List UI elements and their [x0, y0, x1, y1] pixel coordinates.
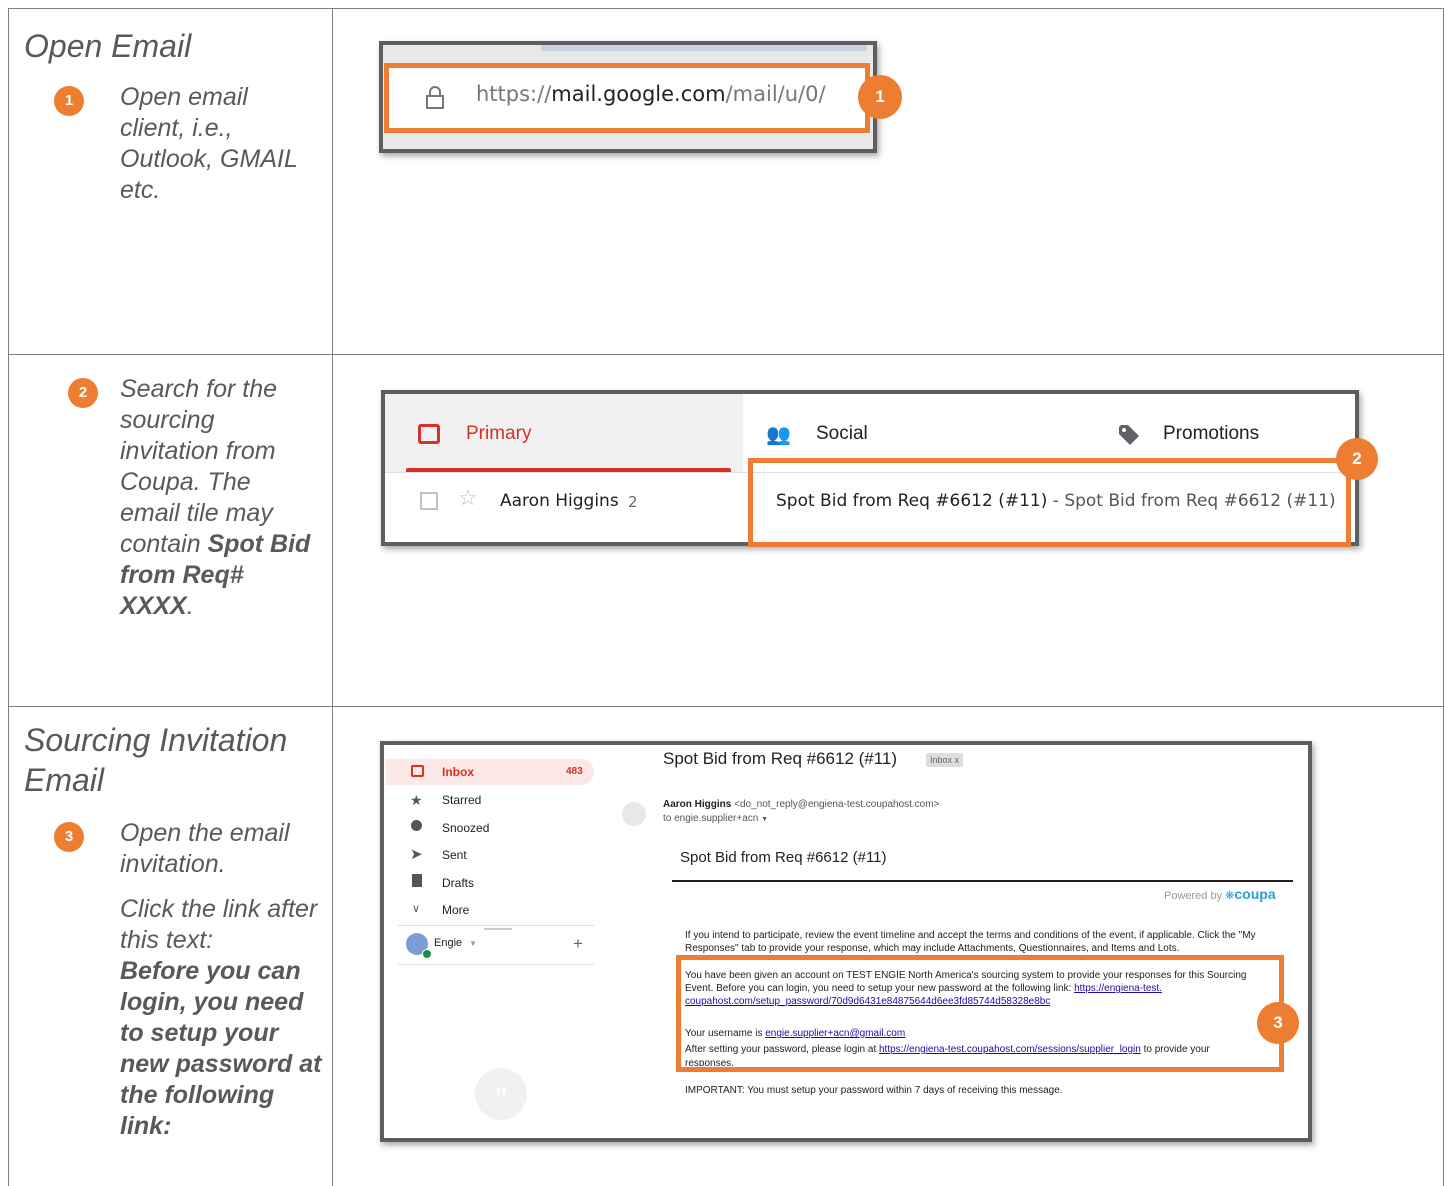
from-name: Aaron Higgins [663, 799, 732, 810]
file-icon [412, 874, 422, 887]
people-icon: 👥 [766, 424, 791, 446]
add-icon[interactable]: + [573, 934, 583, 954]
step-3-text-2: Click the link after this text: [120, 895, 318, 954]
tab-social-label[interactable]: Social [816, 423, 868, 445]
table-column-divider [332, 8, 333, 1186]
tab-promotions-label[interactable]: Promotions [1163, 423, 1259, 445]
email-title-rule [672, 880, 1293, 882]
sidebar-inbox-label: Inbox [442, 765, 474, 779]
label-chip-inbox[interactable]: Inbox x [926, 753, 964, 767]
callout-badge-1: 1 [858, 75, 902, 119]
important-note: IMPORTANT: You must setup your password … [685, 1085, 1063, 1096]
table-row-divider-1 [8, 354, 1444, 355]
browser-tab-strip [541, 45, 867, 51]
thread-count: 2 [628, 493, 638, 511]
inbox-icon [418, 424, 440, 444]
email-paragraph-1: If you intend to participate, review the… [685, 930, 1256, 954]
sender-name: Aaron Higgins [500, 491, 619, 511]
sidebar-item-starred[interactable]: Starred [442, 793, 481, 807]
message-subject: Spot Bid from Req #6612 (#11) [663, 749, 898, 768]
step-badge-1: 1 [54, 86, 84, 116]
label-chip-close-icon: x [954, 755, 960, 765]
table-row-divider-2 [8, 706, 1444, 707]
table-border-right [1443, 8, 1444, 1186]
chevron-down-icon: ∨ [412, 903, 421, 915]
clock-icon [411, 820, 422, 831]
callout-badge-2: 2 [1336, 438, 1378, 480]
sidebar-item-sent[interactable]: Sent [442, 848, 467, 862]
inbox-icon [411, 765, 424, 777]
chevron-down-icon: ▼ [761, 816, 769, 823]
star-icon[interactable]: ☆ [458, 486, 478, 510]
online-status-dot [422, 949, 432, 959]
table-border-left [8, 8, 9, 1186]
step-2-text: Search for the sourcing invitation from … [120, 375, 311, 620]
step-1-text: Open email client, i.e., Outlook, GMAIL … [120, 83, 298, 204]
sidebar-item-drafts[interactable]: Drafts [442, 876, 474, 890]
highlight-box-1 [384, 63, 870, 133]
sidebar-item-more[interactable]: More [442, 903, 469, 917]
sidebar-item-snoozed[interactable]: Snoozed [442, 821, 489, 835]
table-border-top [8, 8, 1444, 9]
select-checkbox[interactable] [420, 492, 438, 510]
step-3-text: Open the email invitation. [120, 819, 290, 878]
drag-handle [484, 928, 512, 930]
hangouts-icon: ” [475, 1068, 527, 1120]
from-email: <do_not_reply@engiena-test.coupahost.com… [734, 799, 940, 810]
step-badge-3: 3 [54, 822, 84, 852]
coupa-logo-text: coupa [1234, 886, 1276, 902]
send-icon: ➤ [410, 846, 423, 863]
coupa-logo-icon: ❋ [1225, 890, 1235, 902]
star-icon: ★ [410, 792, 423, 808]
callout-badge-3: 3 [1257, 1002, 1299, 1044]
highlight-box-2 [748, 458, 1351, 547]
to-line[interactable]: to engie.supplier+acn ▼ [663, 812, 768, 826]
sidebar-divider-2 [398, 964, 594, 965]
section-heading-open-email: Open Email [24, 28, 192, 64]
highlight-box-3 [676, 955, 1284, 1072]
sidebar-inbox-count: 483 [566, 766, 583, 777]
step-badge-2: 2 [68, 378, 98, 408]
powered-by: Powered by ❋coupa [1164, 886, 1276, 902]
sender-avatar [622, 802, 646, 826]
section-heading-sourcing-invitation: Sourcing Invitation Email [24, 722, 288, 798]
email-body-title: Spot Bid from Req #6612 (#11) [680, 849, 887, 866]
account-name[interactable]: Engie [434, 937, 462, 949]
step-3-bold-text: Before you can login, you need to setup … [120, 957, 322, 1140]
sidebar-divider [398, 925, 594, 926]
from-line: Aaron Higgins <do_not_reply@engiena-test… [663, 798, 939, 811]
tab-primary-label: Primary [466, 423, 532, 444]
account-dropdown-icon[interactable]: ▼ [469, 939, 477, 948]
